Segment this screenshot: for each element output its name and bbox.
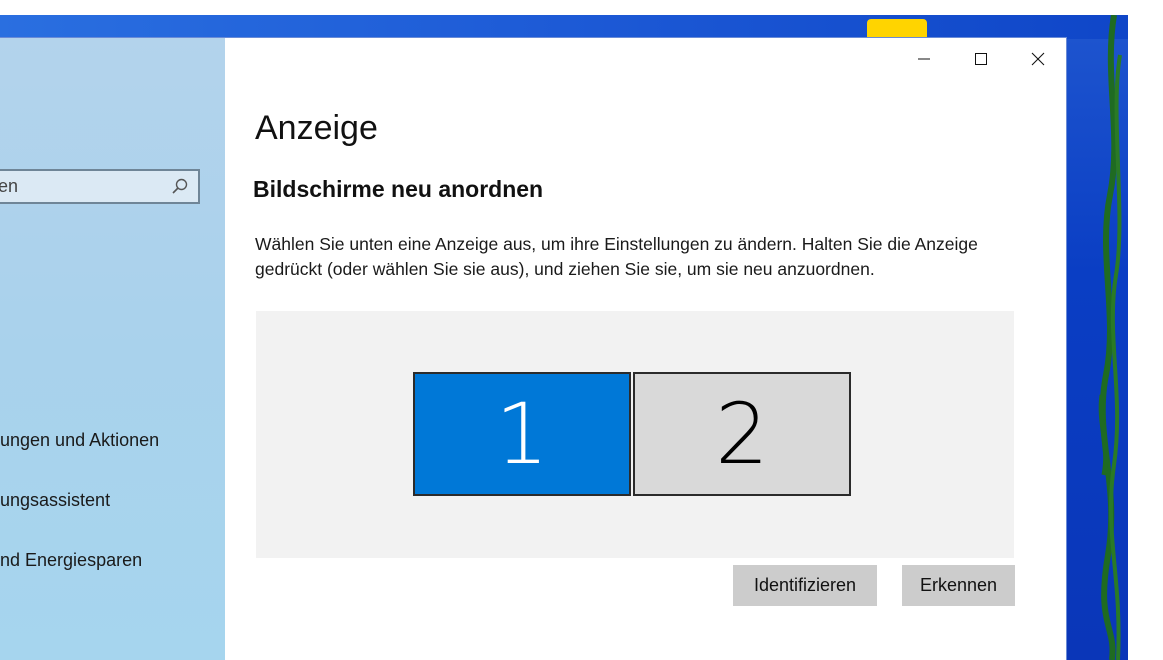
monitor-2[interactable]: 2 (633, 372, 851, 496)
sidebar-item-notifications[interactable]: ungen und Aktionen (0, 420, 225, 460)
sidebar-item-focus-assist[interactable]: ungsassistent (0, 480, 225, 520)
main-content: Anzeige Bildschirme neu anordnen Wählen … (225, 38, 1066, 660)
identify-button[interactable]: Identifizieren (733, 565, 877, 606)
desktop-top-strip (0, 15, 1128, 39)
detect-button[interactable]: Erkennen (902, 565, 1015, 606)
search-box[interactable] (0, 169, 200, 204)
search-input[interactable] (0, 171, 168, 202)
sidebar-item-power-sleep[interactable]: nd Energiesparen (0, 540, 225, 580)
close-icon (1031, 52, 1044, 66)
search-icon[interactable] (171, 177, 189, 195)
close-button[interactable] (1009, 38, 1066, 80)
window-controls (895, 38, 1066, 80)
settings-window: ungen und Aktionen ungsassistent nd Ener… (0, 38, 1066, 660)
sidebar-item-label: ungsassistent (0, 490, 111, 510)
sidebar-item-label: ungen und Aktionen (0, 430, 160, 450)
minimize-button[interactable] (895, 38, 952, 80)
display-arrangement-panel: 1 2 (256, 311, 1014, 558)
maximize-icon (974, 53, 987, 65)
sidebar-item-label: nd Energiesparen (0, 550, 143, 570)
monitor-label: 2 (715, 385, 769, 483)
minimize-icon (917, 58, 930, 60)
monitor-1[interactable]: 1 (413, 372, 631, 496)
section-title: Bildschirme neu anordnen (253, 176, 544, 202)
page-title: Anzeige (255, 109, 378, 147)
maximize-button[interactable] (952, 38, 1009, 80)
desktop-vine-decoration (1098, 15, 1122, 660)
monitor-label: 1 (495, 385, 549, 483)
description-text: Wählen Sie unten eine Anzeige aus, um ih… (255, 234, 978, 279)
sidebar: ungen und Aktionen ungsassistent nd Ener… (0, 38, 225, 660)
